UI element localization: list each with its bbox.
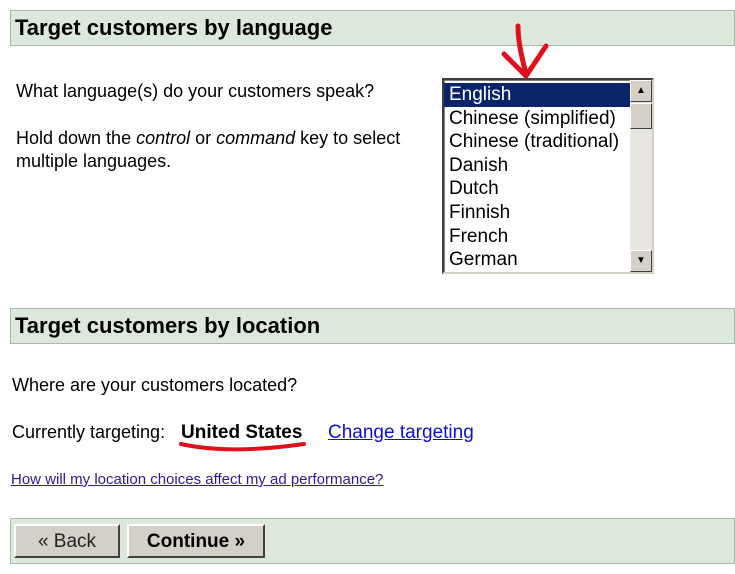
change-targeting-link[interactable]: Change targeting xyxy=(328,421,474,444)
arrow-up-icon: ▲ xyxy=(636,85,646,96)
language-option[interactable]: Dutch xyxy=(444,177,632,201)
language-question: What language(s) do your customers speak… xyxy=(16,81,375,101)
language-option[interactable]: French xyxy=(444,225,632,249)
location-question: Where are your customers located? xyxy=(12,375,298,395)
language-option[interactable]: Chinese (simplified) xyxy=(444,107,632,131)
continue-button[interactable]: Continue » xyxy=(127,524,265,558)
listbox-scrollbar[interactable]: ▲ ▼ xyxy=(630,80,652,272)
arrow-down-icon: ▼ xyxy=(636,255,646,266)
scroll-thumb[interactable] xyxy=(630,103,652,129)
red-underline-annotation xyxy=(179,442,306,452)
language-section-header: Target customers by language xyxy=(10,10,735,46)
scroll-up-button[interactable]: ▲ xyxy=(630,80,652,102)
language-option[interactable]: Finnish xyxy=(444,201,632,225)
language-option[interactable]: German xyxy=(444,248,632,272)
language-hint: Hold down the control or command key to … xyxy=(16,128,401,171)
language-section-title: Target customers by language xyxy=(15,15,333,40)
language-listbox[interactable]: English Chinese (simplified) Chinese (trad… xyxy=(442,78,654,274)
language-option[interactable]: Chinese (traditional) xyxy=(444,130,632,154)
control-key-text: control xyxy=(136,128,191,148)
scroll-down-button[interactable]: ▼ xyxy=(630,250,652,272)
currently-targeting-label: Currently targeting: xyxy=(12,422,166,442)
red-arrow-annotation-icon xyxy=(501,23,549,79)
language-option[interactable]: Danish xyxy=(444,154,632,178)
command-key-text: command xyxy=(216,128,296,148)
location-help-link[interactable]: How will my location choices affect my a… xyxy=(11,470,383,489)
location-section-title: Target customers by location xyxy=(15,313,321,338)
language-option[interactable]: English xyxy=(444,83,632,107)
language-options: English Chinese (simplified) Chinese (trad… xyxy=(444,83,632,272)
back-button[interactable]: « Back xyxy=(14,524,120,558)
location-section-header: Target customers by location xyxy=(10,308,735,344)
